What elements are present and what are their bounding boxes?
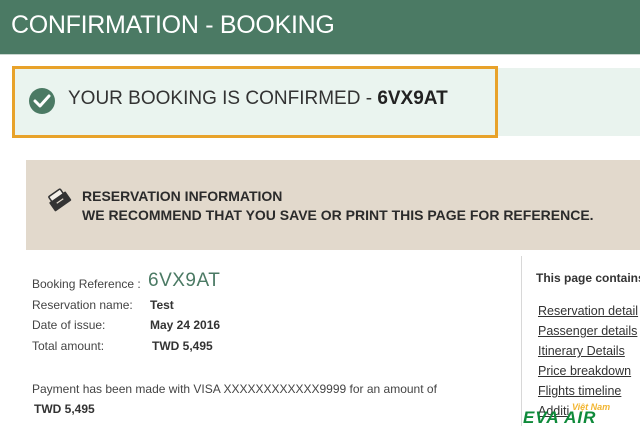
confirmation-message-text: YOUR BOOKING IS CONFIRMED - xyxy=(68,88,378,109)
date-of-issue-label: Date of issue: xyxy=(32,318,106,332)
sidebar-link-price-breakdown[interactable]: Price breakdown xyxy=(538,364,631,378)
confirmation-code: 6VX9AT xyxy=(377,88,448,109)
header-divider xyxy=(0,54,640,55)
payment-amount: TWD 5,495 xyxy=(34,402,95,416)
confirmation-message: YOUR BOOKING IS CONFIRMED - 6VX9AT xyxy=(68,88,448,110)
date-of-issue-value: May 24 2016 xyxy=(150,318,221,332)
total-amount-label: Total amount: xyxy=(32,339,105,353)
reservation-info-subtitle: WE RECOMMEND THAT YOU SAVE OR PRINT THIS… xyxy=(82,207,594,223)
header-bar: CONFIRMATION - BOOKING xyxy=(0,0,640,54)
reservation-name-value: Test xyxy=(150,298,174,312)
sidebar-link-itinerary-details[interactable]: Itinerary Details xyxy=(538,344,625,358)
sidebar-title: This page contains xyxy=(536,271,640,285)
total-amount-value: TWD 5,495 xyxy=(152,339,213,353)
page-title: CONFIRMATION - BOOKING xyxy=(11,11,335,39)
reservation-info-title: RESERVATION INFORMATION xyxy=(82,188,283,204)
check-circle-icon xyxy=(29,88,55,114)
booking-reference-value: 6VX9AT xyxy=(148,270,221,291)
reservation-info-panel xyxy=(26,160,640,250)
ticket-icon xyxy=(48,188,72,219)
sidebar-link-reservation-detail[interactable]: Reservation detail xyxy=(538,304,638,318)
booking-reference-label: Booking Reference : xyxy=(32,277,141,291)
reservation-name-label: Reservation name: xyxy=(32,298,133,312)
payment-text: Payment has been made with VISA XXXXXXXX… xyxy=(32,382,437,396)
sidebar-link-passenger-details[interactable]: Passenger details xyxy=(538,324,637,338)
watermark-line2: EVA AIR xyxy=(523,408,597,426)
sidebar-link-flights-timeline[interactable]: Flights timeline xyxy=(538,384,621,398)
